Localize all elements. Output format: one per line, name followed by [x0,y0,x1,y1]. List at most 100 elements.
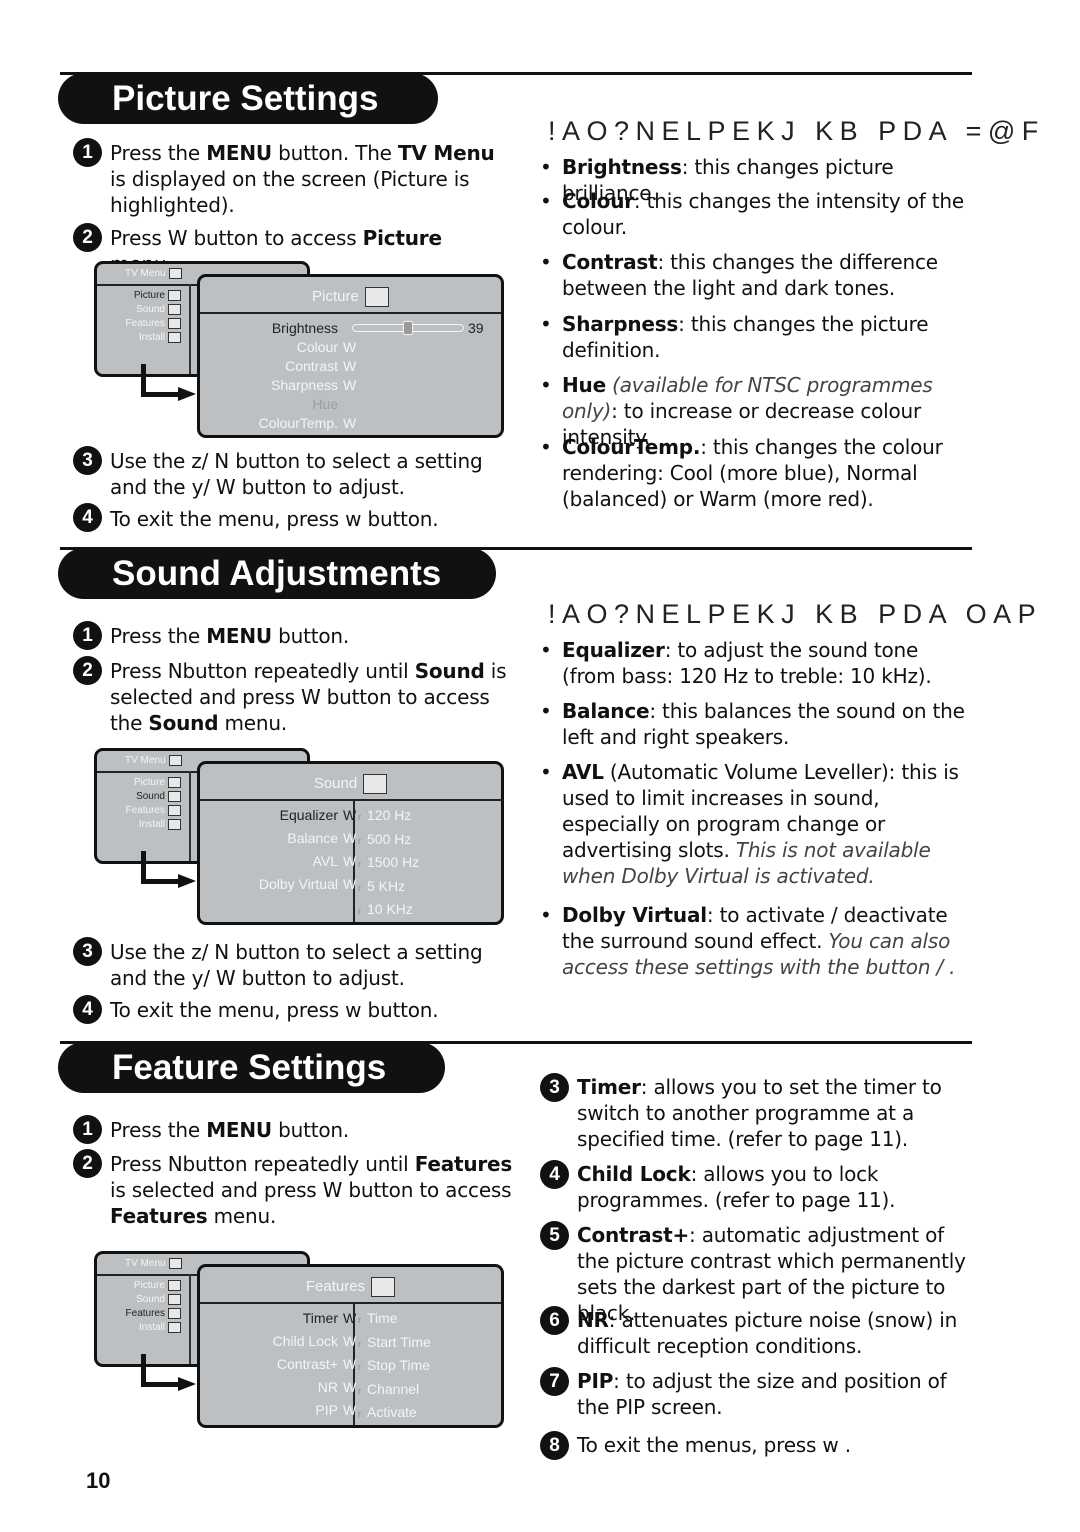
submenu-option: r 5 KHz [358,877,405,898]
menu-item-icon [168,1280,181,1291]
submenu-row: Colour W [200,338,500,357]
submenu-row-label: Contrast+ [276,1356,338,1372]
tv-menu-item: Features [126,1308,181,1319]
bold-term: Hue [562,373,606,397]
submenu-row-label: Equalizer [279,807,338,823]
submenu-option-label: Activate [367,1404,417,1420]
step-text: Press Nbutton repeatedly until Sound is … [110,658,510,736]
submenu-row-label: ColourTemp. [258,415,338,431]
text-run: Use the z/ N button to select a setting … [110,449,483,499]
tv-menu-item-label: Sound [136,791,165,803]
submenu-row: Contrast+ W [200,1355,500,1374]
tv-menu-item: Sound [136,791,181,802]
submenu-row-label: Hue [312,396,338,412]
submenu-title-text: Sound [313,775,358,792]
submenu-row-label: Brightness [271,320,338,336]
menu-item-icon [168,1322,181,1333]
submenu-icon [363,774,388,795]
submenu-row: Balance W [200,829,500,848]
submenu-row: NR W [200,1378,500,1397]
bold-term: Equalizer [562,638,665,662]
bullet-text: Sharpness: this changes the picture defi… [562,311,977,363]
step-text: Press the MENU button. [110,1117,510,1143]
option-marker-icon: r [358,882,361,893]
submenu-row-label: AVL [312,853,338,869]
bullet-dot: • [540,435,552,459]
text-run: Press Nbutton repeatedly until [110,659,415,683]
text-run: : attenuates picture noise (snow) in dif… [577,1308,958,1358]
submenu-option-label: Channel [367,1380,420,1397]
submenu-title: Features [200,1267,501,1304]
bullet-dot: • [540,699,552,723]
slider-value: 39 [468,320,484,336]
right-arrow-icon: W [343,377,357,393]
tv-menu-title-text: TV Menu [125,1258,166,1269]
menu-item-icon [168,318,181,329]
submenu-row: ColourTemp. W [200,414,500,433]
step-text: Press the MENU button. [110,623,510,649]
page-number: 10 [86,1468,111,1493]
menu-item-icon [168,791,181,802]
bold-term: Child Lock [577,1162,691,1186]
submenu-row: Brightness 39 [200,319,500,338]
submenu-icon [371,1277,396,1298]
submenu-row-label: PIP [315,1402,338,1418]
tv-menu-item: Features [126,318,181,329]
bullet-dot: • [540,312,552,336]
submenu-row-label: Timer [302,1310,338,1326]
step-text: Use the z/ N button to select a setting … [110,448,495,500]
tv-menu-item-label: Features [125,1308,165,1320]
divider [189,284,191,374]
bold-term: Picture [362,226,442,250]
right-arrow-icon: W [343,339,357,355]
right-arrow-icon: W [343,358,357,374]
bold-term: Timer [577,1075,641,1099]
tv-menu-item: Sound [136,1294,181,1305]
submenu-row-label: Colour [296,339,338,355]
bullet-text: ColourTemp.: this changes the colour ren… [562,434,977,512]
text-run: Press W button to access [110,226,363,250]
tv-menu-item: Install [139,332,181,343]
right-arrow-icon: W [343,876,357,892]
right-arrow-icon: W [343,1356,357,1372]
step-number: 3 [73,446,102,475]
submenu-row: Child Lock W [200,1332,500,1351]
slider-knob[interactable] [402,321,413,335]
arrow-connector [141,1382,181,1387]
right-arrow-icon: W [343,830,357,846]
text-run: is displayed on the screen (Picture is h… [110,167,470,217]
step-text: PIP: to adjust the size and position of … [577,1368,972,1420]
step-text: To exit the menu, press w button. [110,506,510,532]
step-number: 2 [73,656,102,685]
tv-menu-item: Install [139,819,181,830]
bold-term: MENU [206,624,272,648]
text-run: Press Nbutton repeatedly until [110,1152,415,1176]
bold-term: Dolby Virtual [562,903,707,927]
text-run: button. The [271,141,398,165]
step-number: 5 [540,1221,569,1250]
submenu-row-label: Contrast [285,358,338,374]
bullet-dot: • [540,189,552,213]
text-run: To exit the menu, press w button. [110,998,439,1022]
submenu-row: Hue [200,395,500,414]
option-marker-icon: r [358,906,361,916]
text-run: To exit the menu, press w button. [110,507,439,531]
tv-menu-item-label: Picture [133,290,165,302]
tv-menu-item-label: Picture [133,1280,165,1292]
submenu-icon [364,287,389,308]
tv-menu-item-label: Features [125,805,165,817]
bold-term: Contrast [562,250,658,274]
text-run: button. [271,1118,350,1142]
step-number: 6 [540,1306,569,1335]
menu-item-icon [168,1294,181,1305]
text-run: menu. [207,1204,277,1228]
brightness-slider[interactable] [352,321,464,335]
submenu-option-label: Stop Time [367,1357,431,1373]
tv-menu-item-label: Install [138,332,165,344]
menu-item-icon [168,777,181,788]
submenu-row-label: NR [317,1379,338,1395]
text-run: Press the [110,624,207,648]
divider [189,1274,191,1364]
bullet-dot: • [540,155,552,179]
option-marker-icon: r [358,812,361,822]
